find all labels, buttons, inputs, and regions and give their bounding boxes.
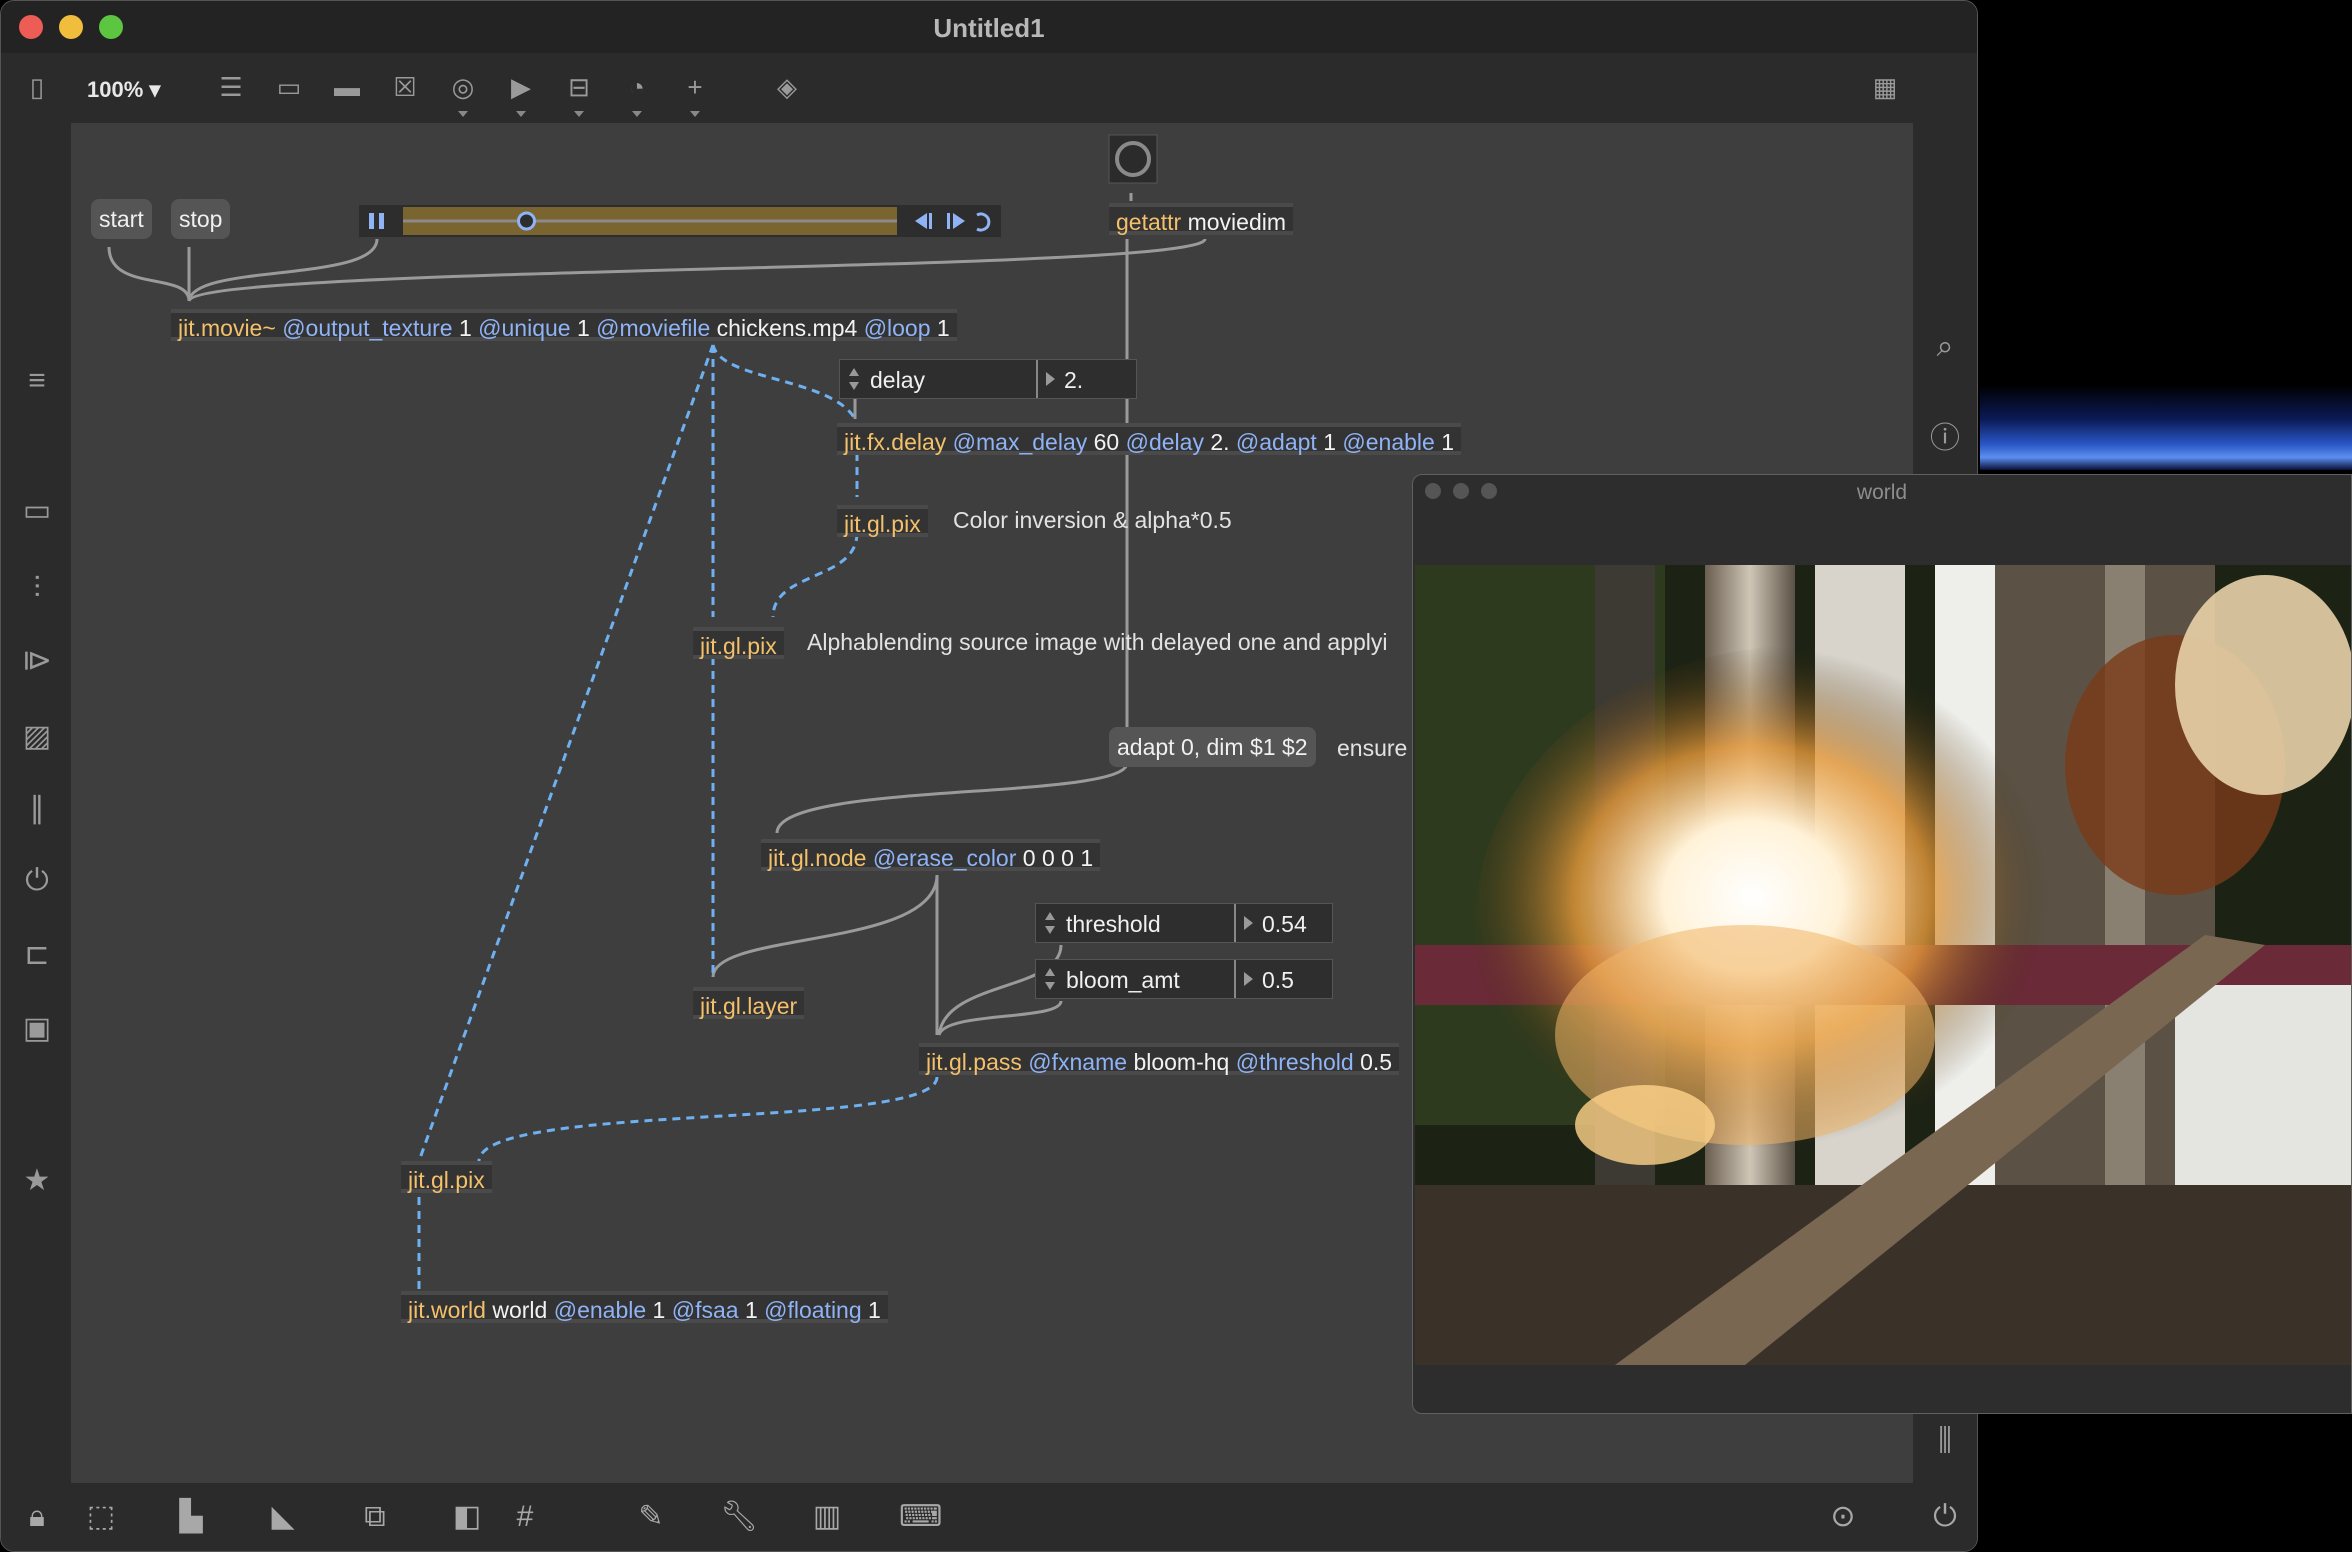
- search-icon[interactable]: ⌕: [1927, 329, 1963, 365]
- wrench-icon[interactable]: 🔧︎: [719, 1497, 759, 1537]
- paperclip-icon[interactable]: ∥: [19, 791, 55, 827]
- stepper-icon: [1045, 912, 1055, 934]
- power-icon[interactable]: ⏻: [1925, 1497, 1965, 1537]
- world-window: world: [1412, 474, 2352, 1414]
- add-object-icon[interactable]: +: [679, 71, 711, 117]
- jit-gl-layer-object[interactable]: jit.gl.layer: [693, 987, 805, 1019]
- value-arrow-icon: [1244, 972, 1260, 986]
- object-palette-icon[interactable]: ☰: [215, 71, 247, 103]
- delay-label: delay: [870, 367, 925, 393]
- jit-fx-delay-object[interactable]: jit.fx.delay @max_delay 60 @delay 2. @ad…: [837, 423, 1462, 455]
- playlist-icon[interactable]: ▶: [505, 71, 537, 117]
- threshold-label: threshold: [1066, 911, 1161, 937]
- stepper-icon: [1045, 968, 1055, 990]
- windows-icon[interactable]: ⧉: [355, 1497, 395, 1537]
- delay-value[interactable]: 2.: [1064, 367, 1083, 394]
- threshold-attrui[interactable]: threshold 0.54: [1035, 903, 1333, 943]
- hide-icon[interactable]: ◧: [447, 1497, 487, 1537]
- world-window-title: world: [1856, 481, 1908, 504]
- comment-alphablending: Alphablending source image with delayed …: [807, 629, 1388, 655]
- media-icon[interactable]: ⧐: [19, 643, 55, 679]
- button-icon[interactable]: ◎: [447, 71, 479, 117]
- bottom-toolbar: 🔒︎ ⬚ ▙ ◣ ⧉ ◧ # ✎ 🔧︎ ▥ ⌨ ⊙ ⏻: [1, 1483, 1977, 1551]
- device-icon[interactable]: ⊏: [19, 937, 55, 973]
- left-sidebar: ≡ ▭ ⫶ ⧐ ▨ ∥ ⏻ ⊏ ▣ ★: [1, 123, 71, 1483]
- stepper-icon: [849, 368, 859, 390]
- audio-play-icon[interactable]: ⊙: [1823, 1497, 1863, 1537]
- slider-icon[interactable]: ⊟: [563, 71, 595, 117]
- new-object-icon[interactable]: ✎: [631, 1497, 671, 1537]
- window-title: Untitled1: [933, 13, 1045, 43]
- presentation-select-icon[interactable]: ⬚: [81, 1497, 121, 1537]
- jit-gl-pix-alphablend[interactable]: jit.gl.pix: [693, 627, 784, 659]
- plugin-icon[interactable]: ⏻: [19, 863, 55, 899]
- getattr-object[interactable]: getattr moviedim: [1109, 203, 1294, 235]
- star-icon[interactable]: ★: [19, 1163, 55, 1199]
- desktop-background-earth: [1980, 385, 2352, 470]
- grid-icon[interactable]: ▦: [1869, 71, 1901, 103]
- bloom-amt-attrui[interactable]: bloom_amt 0.5: [1035, 959, 1333, 999]
- zoom-level-dropdown[interactable]: 100% ▾: [87, 77, 160, 103]
- keyboard-icon[interactable]: ▥: [807, 1497, 847, 1537]
- threshold-value[interactable]: 0.54: [1262, 911, 1307, 938]
- stop-message[interactable]: stop: [171, 199, 231, 239]
- image-icon[interactable]: ▨: [19, 719, 55, 755]
- delay-attrui[interactable]: delay 2.: [839, 359, 1137, 399]
- computer-keyboard-icon[interactable]: ⌨: [899, 1497, 942, 1537]
- chickens-render-image: [1415, 565, 2351, 1365]
- audio-icon[interactable]: ⫶: [19, 571, 55, 607]
- browser-icon[interactable]: ▭: [19, 493, 55, 529]
- value-arrow-icon: [1244, 916, 1260, 930]
- jit-world-object[interactable]: jit.world world @enable 1 @fsaa 1 @float…: [401, 1291, 888, 1323]
- comment-color-inversion: Color inversion & alpha*0.5: [953, 507, 1232, 533]
- start-message[interactable]: start: [91, 199, 152, 239]
- title-bar: Untitled1: [1, 1, 1977, 53]
- lock-icon[interactable]: 🔒︎: [17, 1497, 57, 1537]
- presentation-mode-icon[interactable]: ▙: [171, 1497, 211, 1537]
- dial-icon[interactable]: ◔: [621, 71, 653, 117]
- toggle-icon[interactable]: ☒: [389, 71, 421, 103]
- bloom-amt-label: bloom_amt: [1066, 967, 1180, 993]
- value-arrow-icon: [1046, 372, 1062, 386]
- adapt-dim-message[interactable]: adapt 0, dim $1 $2: [1109, 727, 1316, 767]
- info-icon[interactable]: ⓘ: [1927, 421, 1963, 457]
- jit-gl-node-object[interactable]: jit.gl.node @erase_color 0 0 0 1: [761, 839, 1101, 871]
- comment-ensure: ensure: [1337, 735, 1408, 761]
- sidebar-toggle-icon[interactable]: ▯: [21, 71, 53, 103]
- comment-icon[interactable]: ▬: [331, 71, 363, 103]
- menu-icon[interactable]: ≡: [19, 363, 55, 399]
- world-render-view: [1415, 565, 2351, 1365]
- resize-grip-icon[interactable]: ⫼: [1927, 1423, 1963, 1459]
- toolbar: ▯ 100% ▾ ☰ ▭ ▬ ☒ ◎ ▶ ⊟ ◔ + ◈ ▦: [1, 53, 1977, 123]
- grid-snap-icon[interactable]: #: [505, 1497, 545, 1537]
- message-box-icon[interactable]: ▭: [273, 71, 305, 103]
- comment-bubble-icon[interactable]: ◣: [263, 1497, 303, 1537]
- jit-gl-pix-output[interactable]: jit.gl.pix: [401, 1161, 492, 1193]
- snapshot-icon[interactable]: ▣: [19, 1011, 55, 1047]
- bloom-amt-value[interactable]: 0.5: [1262, 967, 1294, 994]
- jit-gl-pix-inversion[interactable]: jit.gl.pix: [837, 505, 928, 537]
- paint-bucket-icon[interactable]: ◈: [771, 71, 803, 103]
- jit-gl-pass-object[interactable]: jit.gl.pass @fxname bloom-hq @threshold …: [919, 1043, 1400, 1075]
- jit-movie-object[interactable]: jit.movie~ @output_texture 1 @unique 1 @…: [171, 309, 957, 341]
